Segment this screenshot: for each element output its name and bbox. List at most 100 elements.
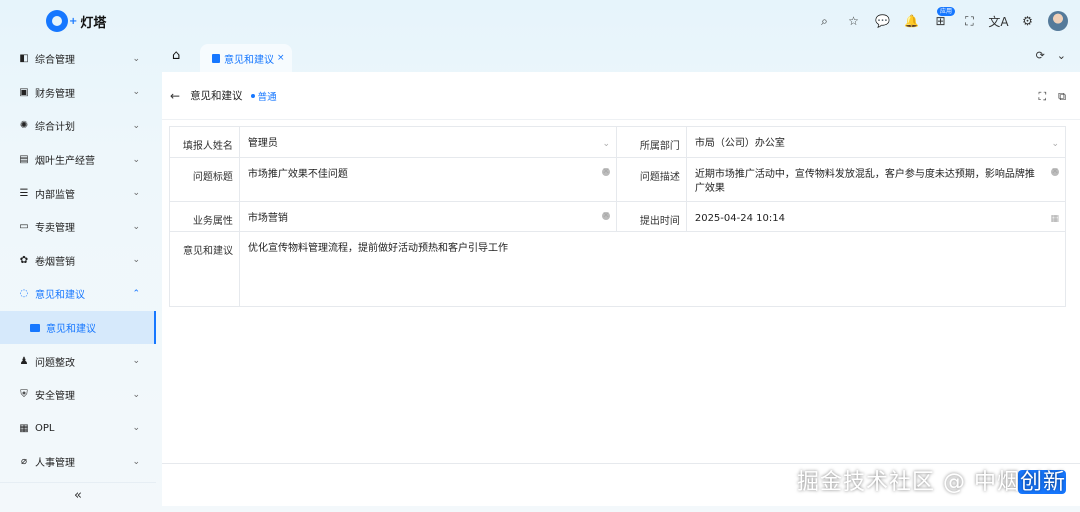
reporter-select[interactable]: 管理员 ⌄ (240, 127, 617, 157)
avatar[interactable] (1048, 11, 1068, 31)
app-logo[interactable]: + 灯塔 (46, 10, 106, 32)
apps-icon[interactable]: ⊞ 应用 (926, 7, 955, 32)
bell-icon[interactable]: 🔔 (897, 10, 926, 32)
sidebar-item[interactable]: ✺ 综合计划 ⌄ (0, 109, 156, 143)
menu-icon: ▣ (19, 86, 29, 98)
menu-icon: ◧ (19, 53, 29, 65)
collapse-sidebar-button[interactable]: « (0, 482, 156, 508)
reporter-value: 管理员 (247, 138, 278, 149)
menu-icon: ▤ (19, 154, 29, 166)
star-icon[interactable]: ☆ (839, 10, 868, 32)
menu-icon: ◌ (19, 288, 29, 300)
sidebar-item-label: 内部监管 (35, 189, 75, 201)
issue-desc-input[interactable]: 近期市场推广活动中，宣传物料发放混乱，客户参与度未达预期，影响品牌推广效果 ✕ (687, 158, 1065, 201)
suggestion-value: 优化宣传物料管理流程，提前做好活动预热和客户引导工作 (248, 243, 508, 254)
suggestion-label: 意见和建议 (170, 232, 240, 306)
menu-icon: ✺ (19, 120, 29, 132)
refresh-icon[interactable]: ⟳ (1036, 49, 1045, 62)
chevron-down-icon: ⌄ (132, 221, 140, 232)
sidebar-item-label: 问题整改 (35, 357, 75, 369)
settings-icon[interactable]: ⚙ (1013, 10, 1042, 32)
watermark: 掘金技术社区 @ 中烟创新 (797, 470, 1066, 495)
department-label: 所属部门 (617, 127, 687, 157)
submit-time-picker[interactable]: 2025-04-24 10:14 ▦ (687, 202, 1065, 231)
top-actions: ⌕ ☆ 💬 🔔 ⊞ 应用 ⛶ 文A ⚙ (810, 7, 1068, 32)
chevron-down-icon: ⌄ (132, 120, 140, 131)
sidebar-item[interactable]: ♟ 问题整改 ⌄ (0, 344, 156, 378)
translate-icon-glyph: 文A (988, 14, 1009, 29)
tab-suggestions[interactable]: 意见和建议 × (200, 44, 292, 72)
department-value: 市局（公司）办公室 (694, 138, 785, 149)
sidebar-item[interactable]: ▦ OPL ⌄ (0, 412, 156, 446)
sidebar-item[interactable]: ▤ 烟叶生产经营 ⌄ (0, 143, 156, 177)
menu-icon: ▦ (19, 422, 29, 434)
sidebar-subitem-suggestions[interactable]: 意见和建议 (0, 310, 156, 345)
clear-icon[interactable]: ✕ (602, 168, 610, 177)
sidebar-item-label: 财务管理 (35, 88, 75, 100)
department-select[interactable]: 市局（公司）办公室 ⌄ (687, 127, 1065, 157)
issue-title-input[interactable]: 市场推广效果不佳问题 ✕ (240, 158, 617, 201)
tabs-bar: ⌂ 意见和建议 × ⟳ ⌄ (162, 42, 1080, 72)
expand-icon[interactable]: ⛶ (1038, 90, 1046, 104)
sidebar-item[interactable]: ◌ 意见和建议 ⌃ (0, 277, 156, 311)
back-arrow-icon[interactable]: ← (170, 89, 180, 103)
issue-desc-value: 近期市场推广活动中，宣传物料发放混乱，客户参与度未达预期，影响品牌推广效果 (694, 169, 1035, 194)
menu-icon: ☰ (19, 187, 29, 199)
menu-icon: ♟ (19, 355, 29, 367)
issue-title-label: 问题标题 (170, 158, 240, 201)
chevron-down-icon: ⌄ (132, 53, 140, 64)
sidebar-item-label: 人事管理 (35, 458, 75, 470)
sidebar-item-label: 意见和建议 (35, 290, 85, 302)
document-icon (30, 323, 40, 332)
chevron-down-icon: ⌄ (132, 389, 140, 400)
chevron-down-icon: ⌄ (132, 356, 140, 367)
sidebar-item[interactable]: ☰ 内部监管 ⌄ (0, 176, 156, 210)
logo-plus-icon: + (69, 15, 78, 27)
sidebar-item-label: 烟叶生产经营 (35, 156, 95, 168)
message-icon[interactable]: 💬 (868, 10, 897, 32)
search-icon-glyph: ⌕ (821, 13, 828, 28)
sidebar-item[interactable]: ⌀ 人事管理 ⌄ (0, 445, 156, 479)
close-tab-icon[interactable]: × (277, 53, 285, 63)
sidebar-item[interactable]: ⛨ 安全管理 ⌄ (0, 378, 156, 412)
status-dot (250, 93, 255, 98)
translate-icon[interactable]: 文A (984, 10, 1013, 32)
chevron-down-icon: ⌄ (602, 139, 610, 149)
submit-time-label: 提出时间 (617, 202, 687, 231)
sidebar-item-label: 综合管理 (35, 55, 75, 67)
settings-icon-glyph: ⚙ (1022, 14, 1033, 28)
submit-time-value: 2025-04-24 10:14 (694, 213, 785, 224)
business-value: 市场营销 (247, 213, 288, 224)
chevron-down-icon: ⌄ (132, 255, 140, 266)
sidebar-subitem-label: 意见和建议 (46, 324, 96, 336)
sidebar-item[interactable]: ✿ 卷烟营销 ⌄ (0, 244, 156, 278)
clear-icon[interactable]: ✕ (602, 212, 610, 221)
top-bar: + 灯塔 ⌕ ☆ 💬 🔔 ⊞ 应用 ⛶ 文A ⚙ (0, 0, 1080, 42)
sidebar-item-label: 综合计划 (35, 122, 75, 134)
sidebar: ◧ 综合管理 ⌄ ▣ 财务管理 ⌄ ✺ 综合计划 ⌄ ▤ 烟叶生产经营 ⌄ ☰ 内部监管 ⌄ ▭ 专卖管理 ⌄ ✿ 卷… (0, 42, 156, 512)
sidebar-item[interactable]: ▭ 专卖管理 ⌄ (0, 210, 156, 244)
main-panel: ← 意见和建议 普通 ⛶ ⧉ 填报人姓名 管理员 ⌄ 所属部门 市局（公司）办公… (162, 72, 1080, 506)
status-badge: 普通 (257, 91, 277, 103)
fullscreen-icon-glyph: ⛶ (965, 13, 974, 28)
menu-icon: ⌀ (20, 456, 28, 468)
fullscreen-icon[interactable]: ⛶ (955, 10, 984, 32)
clear-icon[interactable]: ✕ (1051, 168, 1059, 177)
search-icon[interactable]: ⌕ (810, 10, 839, 32)
sidebar-item[interactable]: ◧ 综合管理 ⌄ (0, 42, 156, 76)
message-icon-glyph: 💬 (875, 14, 890, 28)
logo-icon (46, 10, 68, 32)
tab-label: 意见和建议 (224, 54, 274, 66)
menu-icon: ▭ (19, 221, 29, 233)
business-input[interactable]: 市场营销 ✕ (240, 202, 617, 231)
chevron-down-icon: ⌄ (132, 87, 140, 98)
home-icon[interactable]: ⌂ (172, 48, 180, 63)
sidebar-item-label: 卷烟营销 (35, 256, 75, 268)
chevron-down-icon: ⌄ (132, 188, 140, 199)
sidebar-item[interactable]: ▣ 财务管理 ⌄ (0, 76, 156, 110)
chevron-down-icon[interactable]: ⌄ (1057, 49, 1066, 62)
org-chart-icon[interactable]: ⧉ (1058, 90, 1066, 104)
apps-badge: 应用 (936, 7, 955, 16)
suggestion-textarea[interactable]: 优化宣传物料管理流程，提前做好活动预热和客户引导工作 (240, 232, 1065, 306)
suggestion-form: 填报人姓名 管理员 ⌄ 所属部门 市局（公司）办公室 ⌄ 问题标题 市场推广效果… (169, 126, 1066, 307)
